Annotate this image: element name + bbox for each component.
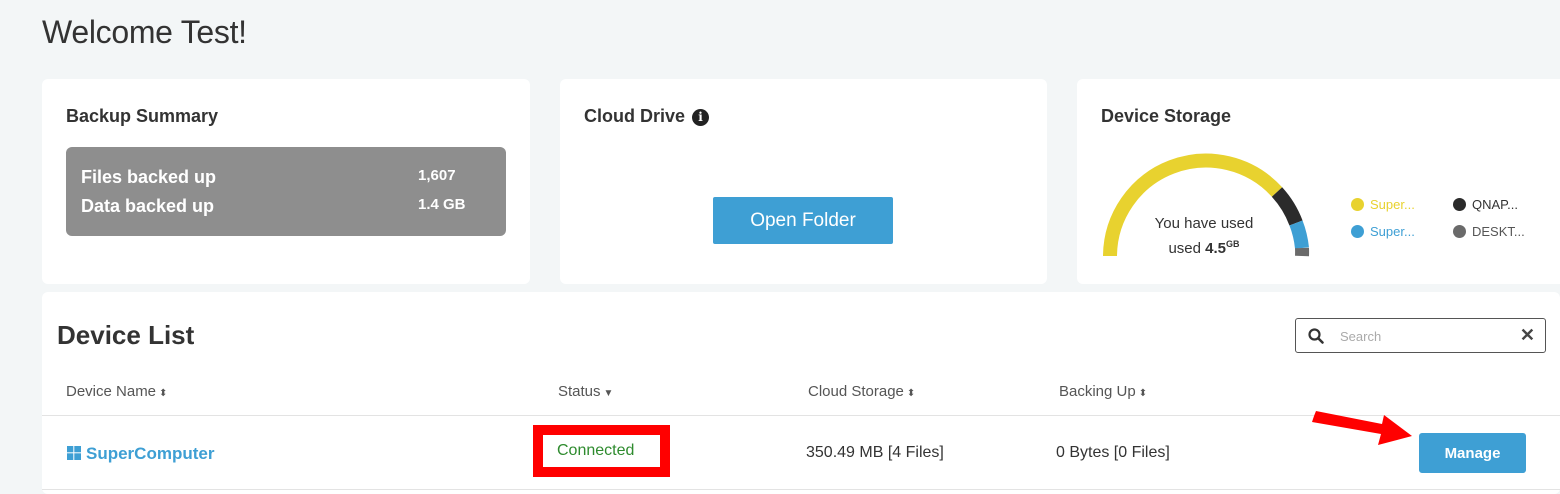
gauge-used-unit: GB (1226, 239, 1240, 249)
column-header-label: Device Name (66, 383, 157, 400)
sort-down-icon: ▼ (603, 388, 614, 399)
legend-item-super-1[interactable]: Super... (1351, 197, 1415, 212)
gauge-used-amount: 4.5GB (1205, 239, 1240, 257)
cloud-storage-cell: 350.49 MB [4 Files] (806, 444, 944, 461)
column-header-label: Cloud Storage (808, 383, 904, 400)
column-header-status[interactable]: Status ▼ (558, 383, 613, 400)
device-storage-card: Device Storage You have used used 4.5GB … (1077, 79, 1560, 284)
status-badge: Connected (557, 442, 635, 459)
cloud-drive-title-wrap: Cloud Drive i (584, 106, 710, 127)
open-folder-button[interactable]: Open Folder (713, 197, 893, 244)
backup-summary-card: Backup Summary Files backed up 1,607 Dat… (42, 79, 530, 284)
legend-label: QNAP... (1472, 197, 1519, 212)
files-backed-up-value: 1,607 (418, 167, 456, 184)
legend-label: Super... (1370, 224, 1415, 239)
clear-search-icon[interactable]: ✕ (1520, 325, 1535, 346)
files-backed-up-row: Files backed up 1,607 (81, 167, 491, 188)
status-highlight-box: Connected (533, 425, 670, 477)
legend-label: Super... (1370, 197, 1415, 212)
gauge-label-line1: You have used (1154, 215, 1254, 232)
backup-summary-box: Files backed up 1,607 Data backed up 1.4… (66, 147, 506, 236)
annotation-arrow-icon (1312, 411, 1412, 445)
sort-both-icon: ⬍ (906, 388, 916, 399)
legend-dot-icon (1351, 225, 1364, 238)
column-header-label: Status (558, 383, 601, 400)
legend-dot-icon (1351, 198, 1364, 211)
manage-button[interactable]: Manage (1419, 433, 1526, 473)
device-name-label: SuperComputer (86, 444, 215, 463)
backup-summary-title: Backup Summary (66, 106, 219, 126)
device-list-panel: Device List ✕ Device Name⬍ Status▼ Cloud… (42, 292, 1560, 494)
gauge-segment-super-2 (1289, 220, 1309, 249)
search-box[interactable]: ✕ (1295, 318, 1546, 353)
gauge-used-prefix: used (1168, 240, 1201, 257)
data-backed-up-row: Data backed up 1.4 GB (81, 196, 491, 217)
gauge-used-value: 4.5 (1205, 240, 1227, 257)
gauge-label: You have used used 4.5GB (1125, 213, 1283, 259)
cloud-drive-card: Cloud Drive i Open Folder (560, 79, 1047, 284)
legend-item-desktop[interactable]: DESKT... (1453, 224, 1525, 239)
legend-dot-icon (1453, 225, 1466, 238)
cloud-drive-title: Cloud Drive (584, 106, 686, 126)
device-list-title: Device List (57, 320, 195, 350)
device-name-link[interactable]: SuperComputer (67, 444, 214, 464)
files-backed-up-label: Files backed up (81, 167, 217, 187)
legend-item-qnap[interactable]: QNAP... (1453, 197, 1518, 212)
sort-both-icon: ⬍ (159, 388, 168, 399)
data-backed-up-label: Data backed up (81, 196, 215, 216)
legend-item-super-2[interactable]: Super... (1351, 224, 1415, 239)
table-row-divider (42, 489, 1560, 490)
info-icon[interactable]: i (692, 109, 710, 126)
column-header-cloud-storage[interactable]: Cloud Storage ⬍ (808, 383, 915, 400)
sort-both-icon: ⬍ (1138, 388, 1148, 399)
device-storage-title: Device Storage (1101, 106, 1232, 126)
legend-dot-icon (1453, 198, 1466, 211)
windows-icon (67, 446, 81, 460)
column-header-label: Backing Up (1059, 383, 1136, 400)
welcome-heading: Welcome Test! (42, 14, 247, 50)
column-header-device-name[interactable]: Device Name ⬍ (66, 383, 167, 400)
column-header-backing-up[interactable]: Backing Up ⬍ (1059, 383, 1147, 400)
legend-label: DESKT... (1472, 224, 1525, 239)
data-backed-up-value: 1.4 GB (418, 196, 466, 213)
backing-up-cell: 0 Bytes [0 Files] (1056, 444, 1170, 461)
search-icon (1308, 328, 1324, 344)
gauge-label-line2: used 4.5GB (1125, 234, 1283, 259)
search-input[interactable] (1340, 326, 1510, 346)
